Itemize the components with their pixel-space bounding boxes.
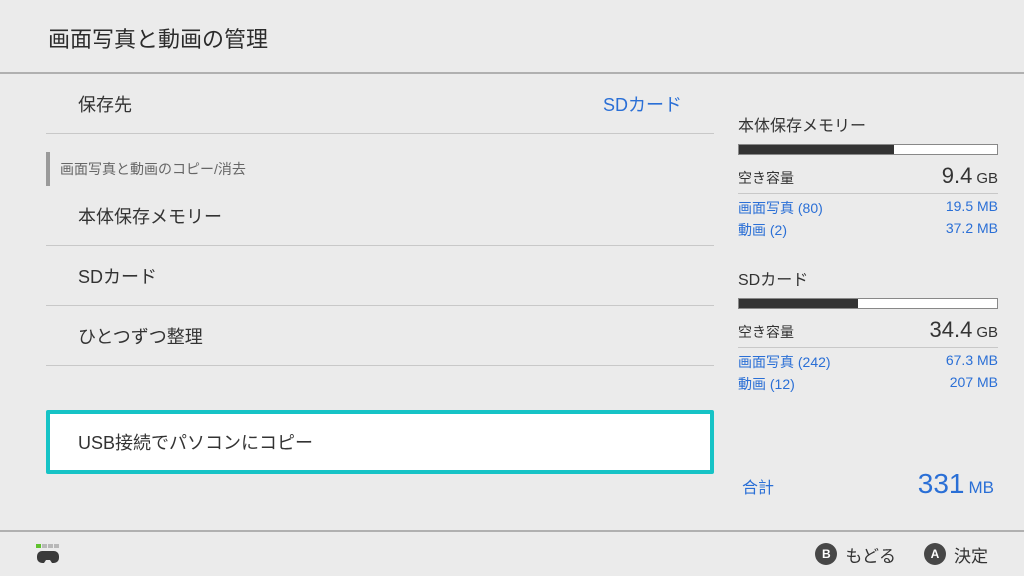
row-system-memory[interactable]: 本体保存メモリー: [46, 186, 714, 246]
storage-block-system: 本体保存メモリー 空き容量 9.4GB 画面写真 (80)19.5 MB 動画 …: [738, 112, 998, 240]
storage-panel: 本体保存メモリー 空き容量 9.4GB 画面写真 (80)19.5 MB 動画 …: [724, 74, 1024, 530]
storage-title: 本体保存メモリー: [738, 112, 998, 136]
page-title: 画面写真と動画の管理: [48, 22, 976, 54]
storage-title: SDカード: [738, 266, 998, 290]
storage-block-sd: SDカード 空き容量 34.4GB 画面写真 (242)67.3 MB 動画 (…: [738, 266, 998, 394]
storage-detail: 動画 (12)207 MB: [738, 374, 998, 394]
controller-battery-icon: [36, 544, 59, 548]
section-label-copy-delete: 画面写真と動画のコピー/消去: [46, 152, 724, 186]
row-manage-individually[interactable]: ひとつずつ整理: [46, 306, 714, 366]
storage-total: 合計 331MB: [738, 468, 998, 500]
storage-free: 空き容量 34.4GB: [738, 317, 998, 348]
storage-detail: 画面写真 (80)19.5 MB: [738, 198, 998, 218]
a-button-icon: A: [924, 543, 946, 565]
row-label: 保存先: [78, 91, 132, 117]
row-label: USB接続でパソコンにコピー: [78, 429, 313, 455]
row-label: ひとつずつ整理: [78, 323, 203, 349]
storage-detail: 画面写真 (242)67.3 MB: [738, 352, 998, 372]
hint-label: もどる: [845, 542, 896, 567]
row-value: SDカード: [603, 91, 682, 117]
controller-icon: [36, 550, 60, 564]
row-label: 本体保存メモリー: [78, 203, 222, 229]
storage-bar-fill: [739, 145, 894, 154]
row-label: SDカード: [78, 263, 157, 289]
storage-bar: [738, 298, 998, 309]
storage-detail: 動画 (2)37.2 MB: [738, 220, 998, 240]
hint-ok[interactable]: A 決定: [924, 542, 988, 567]
controller-indicator: [36, 544, 60, 564]
storage-free: 空き容量 9.4GB: [738, 163, 998, 194]
row-sd-card[interactable]: SDカード: [46, 246, 714, 306]
hint-back[interactable]: B もどる: [815, 542, 896, 567]
hint-label: 決定: [954, 542, 988, 567]
storage-bar: [738, 144, 998, 155]
b-button-icon: B: [815, 543, 837, 565]
page-header: 画面写真と動画の管理: [0, 0, 1024, 74]
row-save-destination[interactable]: 保存先 SDカード: [46, 74, 714, 134]
footer-bar: B もどる A 決定: [0, 530, 1024, 576]
storage-bar-fill: [739, 299, 858, 308]
row-usb-copy[interactable]: USB接続でパソコンにコピー: [46, 410, 714, 474]
main-panel: 保存先 SDカード 画面写真と動画のコピー/消去 本体保存メモリー SDカード …: [0, 74, 724, 530]
